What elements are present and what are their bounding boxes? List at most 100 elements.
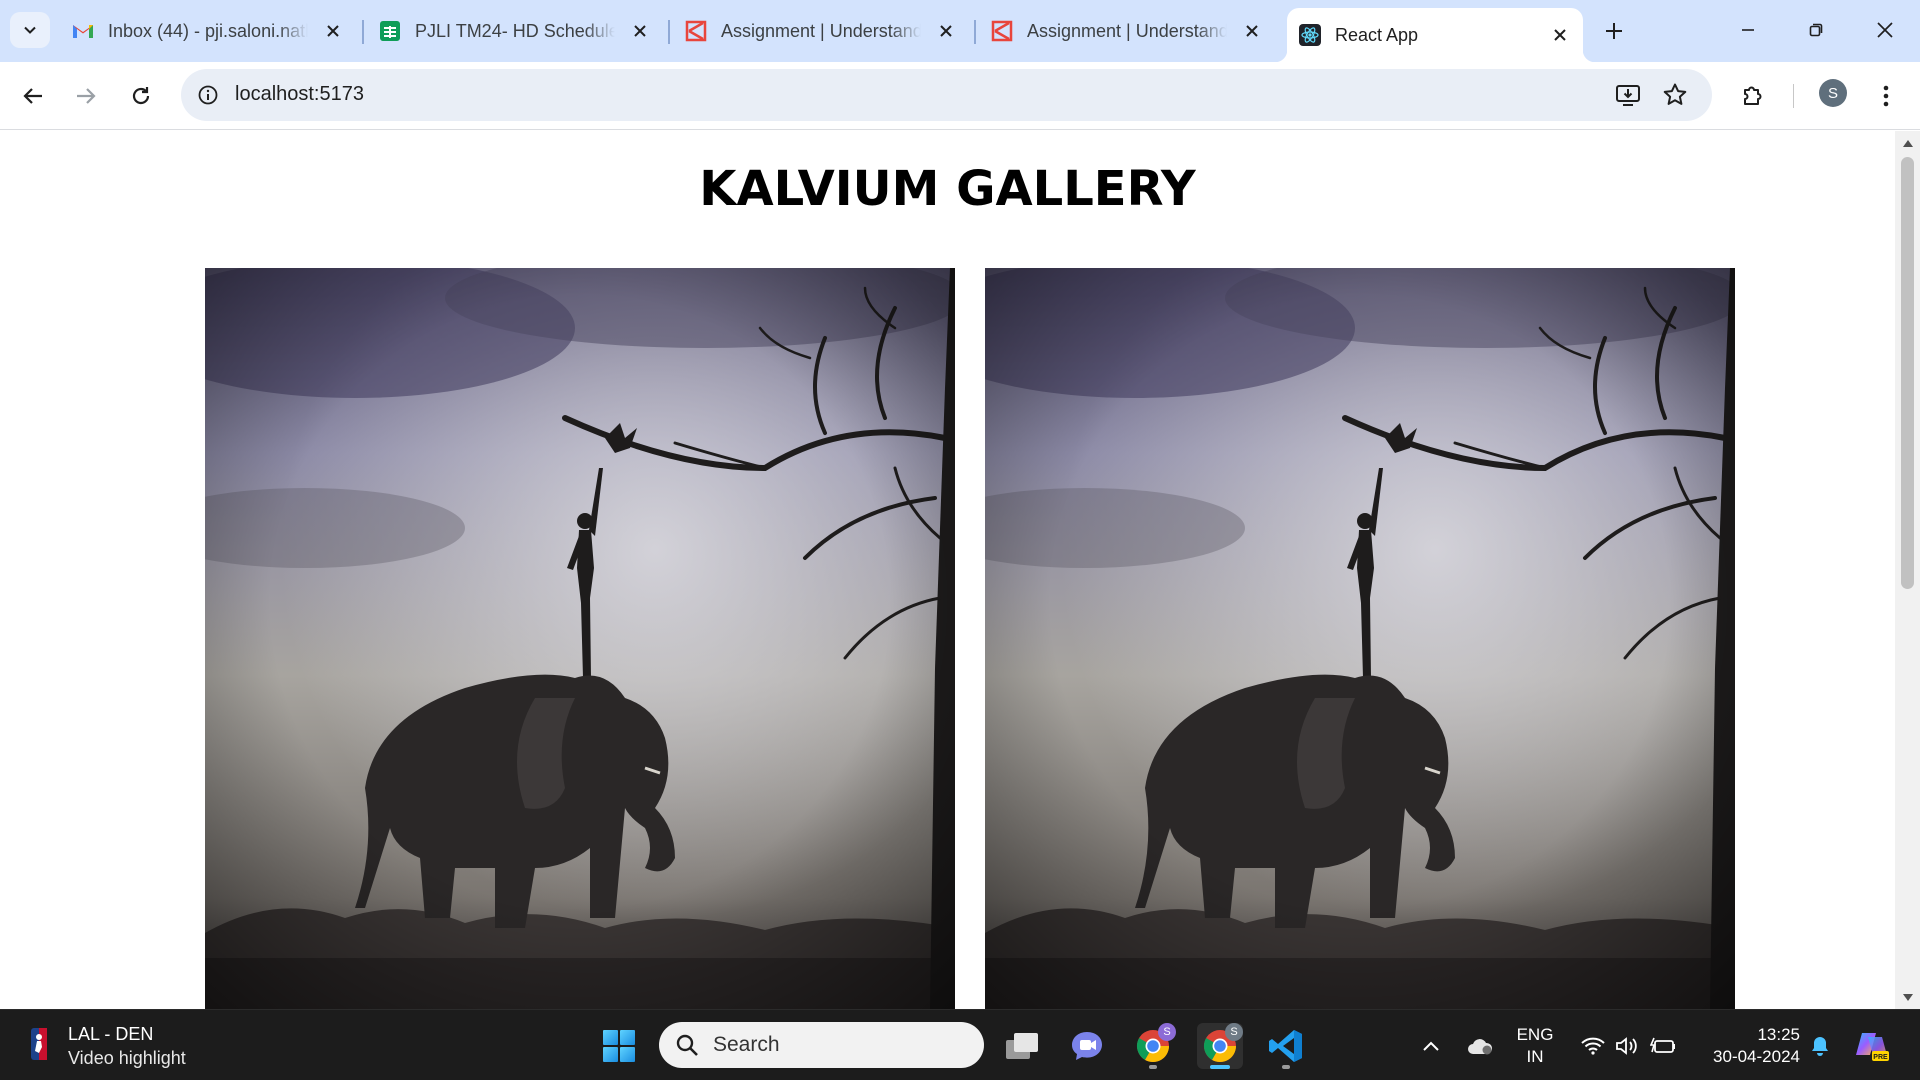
running-indicator	[1282, 1065, 1290, 1069]
tab-sheets[interactable]: PJLI TM24- HD Schedule	[367, 8, 663, 54]
task-view-button[interactable]	[999, 1023, 1045, 1069]
windows-taskbar: LAL - DEN Video highlight Search S S ENG…	[0, 1009, 1920, 1080]
arrow-left-icon	[23, 88, 42, 104]
start-button[interactable]	[596, 1023, 642, 1069]
back-button[interactable]	[15, 78, 51, 114]
browser-menu-button[interactable]	[1868, 78, 1904, 114]
tab-assignment-2[interactable]: Assignment | Understand	[979, 8, 1275, 54]
tab-title: Assignment | Understand	[721, 20, 921, 41]
restore-button[interactable]	[1793, 10, 1839, 50]
search-placeholder: Search	[713, 1033, 780, 1056]
copilot-button[interactable]: PRE	[1852, 1010, 1892, 1081]
chevron-down-icon	[24, 26, 36, 34]
page-viewport: KALVIUM GALLERY	[0, 131, 1920, 1009]
reload-icon	[132, 87, 150, 105]
speaker-icon	[1616, 1036, 1637, 1055]
close-window-button[interactable]	[1862, 10, 1908, 50]
windows-logo-icon	[603, 1030, 635, 1062]
show-hidden-icons-button[interactable]	[1416, 1010, 1446, 1081]
tab-close-icon[interactable]	[1241, 20, 1263, 42]
gmail-icon	[72, 20, 94, 42]
chrome-profile-2-button[interactable]: S	[1197, 1023, 1243, 1069]
tab-react-app[interactable]: React App	[1275, 8, 1595, 62]
tab-strip: Inbox (44) - pji.saloni.natl PJLI TM24- …	[0, 0, 1920, 62]
vertical-scrollbar[interactable]	[1895, 131, 1920, 1009]
reload-button[interactable]	[123, 78, 159, 114]
bookmark-star-icon[interactable]	[1661, 81, 1689, 109]
chrome-profile-1-button[interactable]: S	[1130, 1023, 1176, 1069]
new-tab-button[interactable]	[1597, 14, 1631, 48]
tab-close-icon[interactable]	[629, 20, 651, 42]
language-indicator[interactable]: ENG IN	[1515, 1024, 1555, 1068]
news-subtitle: Video highlight	[68, 1047, 186, 1068]
plus-icon	[1606, 23, 1622, 39]
running-indicator	[1210, 1065, 1230, 1069]
clock-date: 30-04-2024	[1713, 1047, 1800, 1066]
react-icon	[1299, 24, 1321, 46]
svg-text:PRE: PRE	[1873, 1054, 1888, 1061]
gallery-image	[205, 268, 955, 1009]
scrollbar-thumb[interactable]	[1901, 157, 1914, 589]
vscode-button[interactable]	[1263, 1023, 1309, 1069]
copilot-icon: PRE	[1856, 1032, 1889, 1061]
running-indicator	[1149, 1065, 1157, 1069]
teams-chat-button[interactable]	[1064, 1023, 1110, 1069]
profile-badge: S	[1158, 1023, 1176, 1041]
notifications-button[interactable]	[1805, 1010, 1835, 1081]
volume-button[interactable]	[1612, 1010, 1642, 1081]
language-code: ENG	[1516, 1025, 1554, 1044]
bell-icon	[1812, 1036, 1828, 1056]
clock-time: 13:25	[1757, 1025, 1800, 1044]
teams-chat-icon	[1072, 1032, 1102, 1060]
language-region: IN	[1526, 1047, 1544, 1066]
tab-title: Assignment | Understand	[1027, 20, 1227, 41]
more-vert-icon	[1883, 85, 1889, 107]
tab-close-icon[interactable]	[1549, 24, 1571, 46]
onedrive-button[interactable]	[1462, 1010, 1498, 1081]
extensions-button[interactable]	[1735, 78, 1771, 114]
minimize-icon	[1742, 29, 1754, 31]
tab-separator	[362, 20, 364, 44]
tab-title: PJLI TM24- HD Schedule	[415, 20, 615, 41]
tab-close-icon[interactable]	[322, 20, 344, 42]
tab-search-button[interactable]	[10, 12, 50, 48]
arrow-right-icon	[77, 88, 96, 104]
close-icon	[1877, 22, 1893, 38]
news-headline: LAL - DEN	[68, 1023, 154, 1044]
vscode-icon	[1269, 1030, 1302, 1062]
gallery-image	[985, 268, 1735, 1009]
install-app-icon[interactable]	[1614, 81, 1642, 109]
scroll-down-icon[interactable]	[1901, 991, 1914, 1004]
puzzle-icon	[1744, 86, 1762, 105]
tab-title: React App	[1335, 24, 1419, 45]
search-icon	[676, 1034, 698, 1056]
page-title: KALVIUM GALLERY	[699, 161, 1196, 217]
tab-title: Inbox (44) - pji.saloni.natl	[108, 20, 308, 41]
url-text: localhost:5173	[235, 83, 364, 105]
toolbar-separator	[1793, 84, 1794, 108]
address-bar[interactable]: localhost:5173	[181, 69, 1712, 121]
battery-charging-icon	[1650, 1037, 1675, 1053]
taskbar-search[interactable]: Search	[659, 1022, 984, 1068]
site-info-icon[interactable]	[195, 82, 221, 108]
tab-assignment-1[interactable]: Assignment | Understand	[673, 8, 969, 54]
system-clock[interactable]: 13:25 30-04-2024	[1695, 1024, 1800, 1068]
cloud-icon	[1468, 1038, 1493, 1054]
battery-button[interactable]	[1648, 1010, 1678, 1081]
tab-close-icon[interactable]	[935, 20, 957, 42]
sheets-icon	[379, 20, 401, 42]
tab-separator	[974, 20, 976, 44]
news-widget[interactable]: LAL - DEN Video highlight	[30, 1021, 186, 1071]
chevron-up-icon	[1423, 1041, 1439, 1051]
scroll-up-icon[interactable]	[1901, 137, 1914, 150]
tab-separator	[668, 20, 670, 44]
minimize-button[interactable]	[1725, 10, 1771, 50]
wifi-button[interactable]	[1578, 1010, 1608, 1081]
nba-logo-icon	[30, 1027, 48, 1066]
tab-gmail[interactable]: Inbox (44) - pji.saloni.natl	[60, 8, 356, 54]
wifi-icon	[1581, 1037, 1605, 1055]
profile-avatar[interactable]: S	[1819, 79, 1847, 107]
task-view-icon	[1006, 1033, 1038, 1059]
profile-badge: S	[1225, 1023, 1243, 1041]
forward-button[interactable]	[68, 78, 104, 114]
